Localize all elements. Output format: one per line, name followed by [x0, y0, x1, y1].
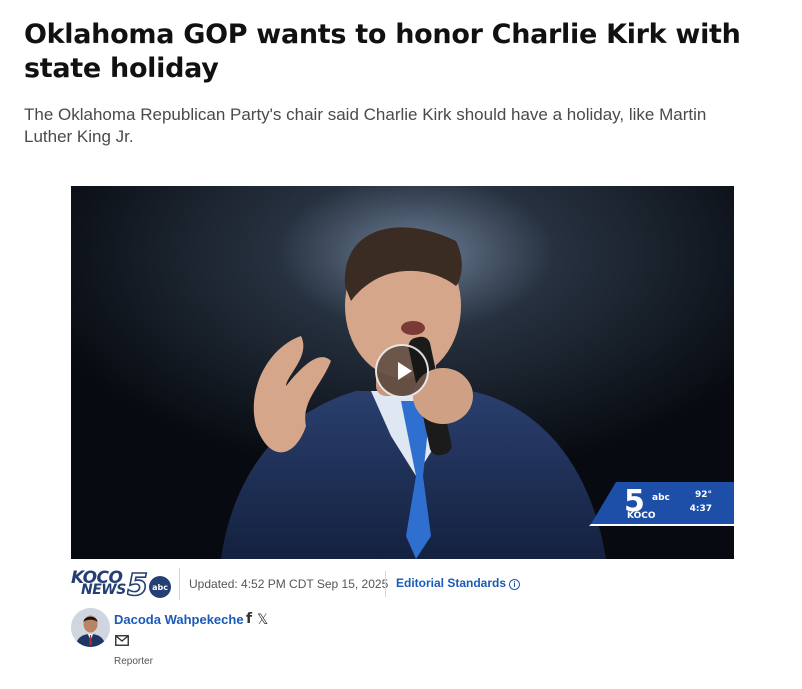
meta-divider: [179, 568, 180, 600]
article-dek: The Oklahoma Republican Party's chair sa…: [24, 105, 707, 146]
avatar-image: [71, 608, 110, 647]
article-meta: KOCO NEWS 5 abc Updated: 4:52 PM CDT Sep…: [71, 568, 751, 600]
video-player[interactable]: 5 abc KOCO 92° 4:37: [71, 186, 734, 559]
play-button[interactable]: [375, 344, 429, 398]
logo-news-text: NEWS: [81, 582, 126, 598]
svg-text:5: 5: [127, 568, 148, 600]
info-icon: i: [509, 579, 521, 590]
author-avatar[interactable]: [71, 608, 110, 647]
bug-station: KOCO: [627, 511, 656, 521]
meta-divider: [385, 571, 386, 597]
play-icon: [398, 362, 412, 380]
station-bug: abc KOCO 92° 4:37: [591, 482, 734, 524]
svg-text:abc: abc: [152, 583, 168, 592]
channel-5-logo-icon: 5 abc: [127, 568, 171, 600]
author-role: Reporter: [114, 656, 153, 667]
editorial-standards-link[interactable]: Editorial Standards i: [396, 576, 521, 590]
author-name-link[interactable]: Dacoda Wahpekeche: [114, 612, 244, 627]
updated-timestamp: Updated: 4:52 PM CDT Sep 15, 2025: [189, 577, 389, 591]
author-byline: Dacoda Wahpekeche f 𝕏 Reporter: [71, 608, 371, 673]
article-headline: Oklahoma GOP wants to honor Charlie Kirk…: [24, 19, 741, 84]
station-logo[interactable]: KOCO NEWS 5 abc: [71, 568, 173, 600]
email-icon[interactable]: [115, 635, 129, 646]
bug-temperature: 92°: [694, 490, 712, 500]
editorial-standards-label: Editorial Standards: [396, 576, 507, 590]
bug-network: abc: [652, 493, 670, 503]
bug-time: 4:37: [689, 504, 712, 514]
facebook-icon[interactable]: f: [246, 611, 252, 627]
x-twitter-icon[interactable]: 𝕏: [257, 612, 268, 628]
